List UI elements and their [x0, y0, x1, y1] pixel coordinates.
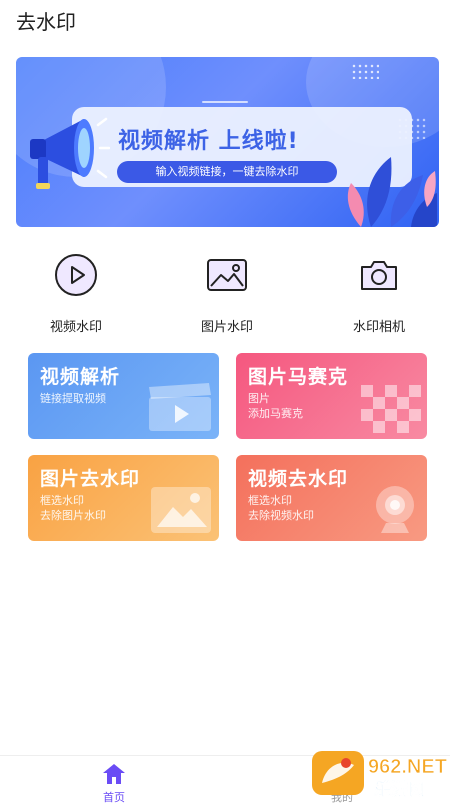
- leaves-decor-icon: [347, 157, 437, 227]
- nav-label: 首页: [103, 791, 125, 804]
- play-circle-icon: [55, 254, 97, 296]
- banner-subline: 输入视频链接，一键去除水印: [117, 161, 337, 183]
- camera-icon: [361, 261, 397, 290]
- page-title: 去水印: [16, 10, 76, 34]
- card-subtitle: 图片: [248, 392, 270, 405]
- webcam-icon: [376, 486, 414, 533]
- mosaic-icon: [361, 385, 421, 433]
- tool-label: 水印相机: [352, 320, 405, 335]
- watermark-logo-icon: 962.NET 乐游网: [312, 751, 447, 800]
- card-subtitle: 去除视频水印: [248, 509, 314, 522]
- card-subtitle: 添加马赛克: [248, 407, 303, 420]
- card-subtitle: 去除图片水印: [40, 509, 106, 522]
- tool-watermark-camera[interactable]: 水印相机: [329, 253, 429, 335]
- nav-item-home[interactable]: 首页: [84, 762, 144, 805]
- tool-image-watermark[interactable]: 图片水印: [177, 253, 277, 335]
- tool-label: 视频水印: [49, 320, 102, 335]
- card-video-watermark-removal[interactable]: 视频去水印 框选水印 去除视频水印: [236, 455, 427, 541]
- tool-video-watermark[interactable]: 视频水印: [26, 253, 126, 335]
- card-title: 图片去水印: [40, 468, 141, 490]
- image-icon: [207, 259, 247, 291]
- card-title: 视频去水印: [248, 468, 349, 490]
- card-title: 图片马赛克: [248, 366, 349, 388]
- banner-divider: [202, 101, 248, 103]
- card-image-mosaic[interactable]: 图片马赛克 图片 添加马赛克: [236, 353, 427, 439]
- home-icon: [103, 764, 125, 784]
- card-subtitle: 框选水印: [248, 494, 292, 507]
- card-image-watermark-removal[interactable]: 图片去水印 框选水印 去除图片水印: [28, 455, 219, 541]
- tool-label: 图片水印: [200, 320, 253, 335]
- carousel-indicator[interactable]: [221, 217, 237, 222]
- watermark-sub: 乐游网: [374, 779, 425, 800]
- promo-banner[interactable]: 视频解析 上线啦! 输入视频链接，一键去除水印: [16, 57, 439, 227]
- watermark-brand: 962.NET: [368, 756, 447, 778]
- card-subtitle: 链接提取视频: [40, 392, 106, 405]
- card-subtitle: 框选水印: [40, 494, 84, 507]
- banner-headline: 视频解析 上线啦!: [118, 129, 299, 154]
- clapperboard-icon: [149, 383, 211, 431]
- banner-dots-decor: [351, 63, 379, 79]
- site-watermark: 962.NET 乐游网: [308, 743, 450, 800]
- card-video-parse[interactable]: 视频解析 链接提取视频: [28, 353, 219, 439]
- card-title: 视频解析: [40, 366, 121, 388]
- picture-icon: [151, 487, 211, 533]
- megaphone-icon: [30, 117, 110, 189]
